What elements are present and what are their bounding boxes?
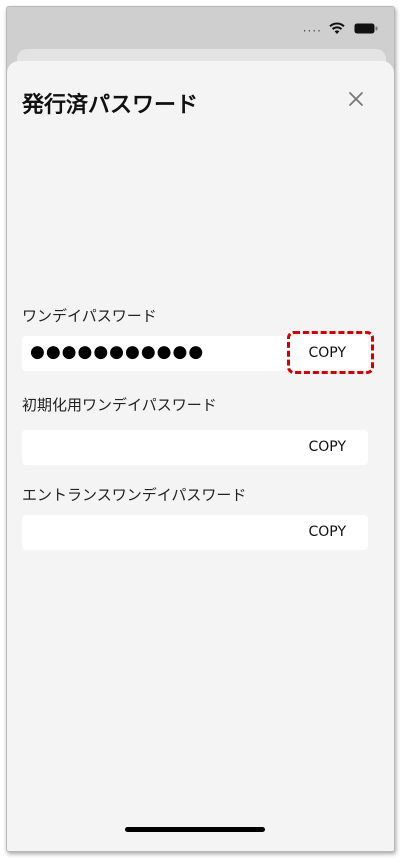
phone-frame: ···· 発行済パスワード ワンデイパスワード ●●●●●●●●●●● COPY… bbox=[6, 6, 395, 852]
status-bar: ···· bbox=[7, 7, 394, 47]
field-entrance: COPY bbox=[22, 515, 368, 550]
password-sheet: 発行済パスワード ワンデイパスワード ●●●●●●●●●●● COPY 初期化用… bbox=[7, 61, 394, 851]
field-label-entrance: エントランスワンデイパスワード bbox=[22, 486, 247, 504]
field-reset: COPY bbox=[22, 430, 368, 465]
copy-highlight-annotation bbox=[287, 331, 374, 374]
wifi-icon bbox=[329, 22, 345, 34]
copy-button-reset[interactable]: COPY bbox=[309, 439, 346, 455]
oneday-password-value: ●●●●●●●●●●● bbox=[30, 342, 205, 362]
home-indicator[interactable] bbox=[125, 827, 265, 832]
sheet-title: 発行済パスワード bbox=[22, 93, 199, 118]
field-label-reset: 初期化用ワンデイパスワード bbox=[22, 396, 217, 414]
signal-dots: ···· bbox=[302, 24, 322, 38]
close-icon[interactable] bbox=[344, 87, 368, 111]
field-label-oneday: ワンデイパスワード bbox=[22, 307, 157, 325]
battery-icon bbox=[354, 23, 378, 34]
copy-button-entrance[interactable]: COPY bbox=[309, 524, 346, 540]
